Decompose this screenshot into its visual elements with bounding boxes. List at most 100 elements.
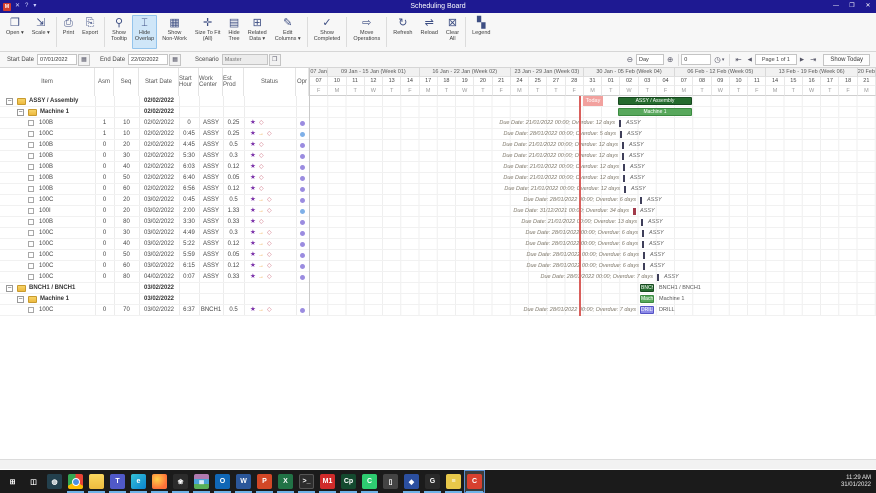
row-checkbox[interactable] bbox=[28, 197, 34, 203]
table-row[interactable]: 100B05002/02/20226:40ASSY0.05★◇Due Date:… bbox=[0, 173, 876, 184]
teams-icon[interactable]: T bbox=[107, 470, 128, 493]
clear-all-button[interactable]: ⊠Clear All bbox=[443, 15, 462, 49]
operation-bar[interactable] bbox=[642, 241, 644, 248]
operation-bar[interactable] bbox=[641, 219, 643, 226]
table-row[interactable]: 100C11002/02/20220:45ASSY0.25★→◇Due Date… bbox=[0, 129, 876, 140]
taskbar-clock[interactable]: 11:29 AM 31/01/2022 bbox=[841, 475, 876, 489]
refresh-button[interactable]: ↻Refresh bbox=[390, 15, 415, 49]
gantt-bar[interactable]: DRILL bbox=[640, 306, 654, 314]
move-operations-button[interactable]: ⇨Move Operations bbox=[350, 15, 383, 49]
group-row[interactable]: −ASSY / Assembly02/02/2022ASSY / Assembl… bbox=[0, 96, 876, 107]
group-row[interactable]: −Machine 102/02/2022Machine 1 bbox=[0, 107, 876, 118]
row-checkbox[interactable] bbox=[28, 230, 34, 236]
powerpoint-icon[interactable]: P bbox=[254, 470, 275, 493]
prev-page-button[interactable]: ◀ bbox=[745, 54, 755, 66]
show-today-button[interactable]: Show Today bbox=[823, 54, 870, 66]
table-row[interactable]: 100B11002/02/20220ASSY0.25★◇Due Date: 21… bbox=[0, 118, 876, 129]
operation-bar[interactable] bbox=[642, 230, 644, 237]
collapse-toggle-icon[interactable]: − bbox=[6, 98, 13, 105]
operation-dot-icon[interactable] bbox=[300, 253, 305, 258]
operation-dot-icon[interactable] bbox=[300, 308, 305, 313]
start-button[interactable]: ⊞ bbox=[2, 470, 23, 493]
table-row[interactable]: 100B08003/02/20223:30ASSY0.33★◇Due Date:… bbox=[0, 217, 876, 228]
show-completed-button[interactable]: ✓Show Completed bbox=[311, 15, 344, 49]
operation-bar[interactable] bbox=[620, 131, 622, 138]
chrome-icon[interactable] bbox=[65, 470, 86, 493]
greenshot-icon[interactable]: G bbox=[422, 470, 443, 493]
close-button[interactable]: ✕ bbox=[860, 0, 876, 13]
scheduling-app-icon[interactable]: C bbox=[464, 470, 485, 493]
related-data-button[interactable]: ⊞Related Data ▾ bbox=[245, 15, 270, 49]
operation-dot-icon[interactable] bbox=[300, 121, 305, 126]
collapse-toggle-icon[interactable]: − bbox=[6, 285, 13, 292]
row-checkbox[interactable] bbox=[28, 252, 34, 258]
zoom-in-icon[interactable]: ⊕ bbox=[664, 54, 676, 66]
restore-button[interactable]: ❐ bbox=[844, 0, 860, 13]
row-checkbox[interactable] bbox=[28, 274, 34, 280]
column-header-date[interactable]: Start Date bbox=[139, 68, 179, 96]
hide-tree-button[interactable]: ▤Hide Tree bbox=[225, 15, 242, 49]
zoom-out-icon[interactable]: ⊖ bbox=[624, 54, 636, 66]
column-header-wc[interactable]: Work Center bbox=[199, 68, 223, 96]
table-row[interactable]: 100C05003/02/20225:59ASSY0.05★→◇Due Date… bbox=[0, 250, 876, 261]
column-header-opr[interactable]: Opr bbox=[296, 68, 309, 96]
task-view-button[interactable]: ◫ bbox=[23, 470, 44, 493]
operation-bar[interactable] bbox=[624, 186, 626, 193]
c-green-app-icon[interactable]: C bbox=[359, 470, 380, 493]
edit-columns-button[interactable]: ✎Edit Columns ▾ bbox=[272, 15, 304, 49]
operation-dot-icon[interactable] bbox=[300, 264, 305, 269]
operation-dot-icon[interactable] bbox=[300, 220, 305, 225]
operation-bar[interactable] bbox=[640, 197, 642, 204]
scenario-copy-icon[interactable]: ❐ bbox=[269, 54, 281, 66]
row-checkbox[interactable] bbox=[28, 120, 34, 126]
row-checkbox[interactable] bbox=[28, 142, 34, 148]
clock-icon[interactable]: ◷ bbox=[711, 54, 721, 66]
hide-overlap-button[interactable]: ⌶Hide Overlap bbox=[132, 15, 157, 49]
winrar-icon[interactable]: ≣ bbox=[191, 470, 212, 493]
end-date-calendar-icon[interactable]: ▦ bbox=[169, 54, 181, 66]
browser-globe-icon[interactable]: ◍ bbox=[44, 470, 65, 493]
horizontal-scrollbar[interactable] bbox=[0, 459, 876, 469]
table-row[interactable]: 100B04002/02/20226:03ASSY0.12★◇Due Date:… bbox=[0, 162, 876, 173]
row-checkbox[interactable] bbox=[28, 131, 34, 137]
operation-dot-icon[interactable] bbox=[300, 154, 305, 159]
gantt-bar[interactable]: ASSY / Assembly bbox=[618, 97, 692, 105]
export-button[interactable]: ⎘Export bbox=[79, 15, 101, 49]
print-button[interactable]: ⎙Print bbox=[60, 15, 77, 49]
operation-bar[interactable] bbox=[623, 175, 625, 182]
table-row[interactable]: 100C04003/02/20225:22ASSY0.12★→◇Due Date… bbox=[0, 239, 876, 250]
collapse-toggle-icon[interactable]: − bbox=[17, 109, 24, 116]
operation-dot-icon[interactable] bbox=[300, 143, 305, 148]
column-header-hour[interactable]: Start Hour bbox=[179, 68, 199, 96]
gantt-bar[interactable]: BNCH1 bbox=[640, 284, 654, 292]
panel-divider[interactable] bbox=[309, 68, 310, 316]
m1-app-icon[interactable]: M1 bbox=[317, 470, 338, 493]
operation-dot-icon[interactable] bbox=[300, 209, 305, 214]
operation-bar[interactable] bbox=[633, 208, 636, 215]
group-row[interactable]: −Machine 103/02/2022Machine 1Machine 1 bbox=[0, 294, 876, 305]
column-header-prod[interactable]: Est Prod bbox=[223, 68, 244, 96]
device-icon[interactable]: ▯ bbox=[380, 470, 401, 493]
operation-dot-icon[interactable] bbox=[300, 176, 305, 181]
photos-icon[interactable]: ❀ bbox=[170, 470, 191, 493]
table-row[interactable]: 100C08004/02/20220:07ASSY0.33★→◇Due Date… bbox=[0, 272, 876, 283]
outlook-icon[interactable]: O bbox=[212, 470, 233, 493]
edge-icon[interactable]: e bbox=[128, 470, 149, 493]
interval-select[interactable] bbox=[636, 54, 664, 65]
table-row[interactable]: 100I02003/02/20222:00ASSY1.33★→◇Due Date… bbox=[0, 206, 876, 217]
row-checkbox[interactable] bbox=[28, 241, 34, 247]
row-checkbox[interactable] bbox=[28, 263, 34, 269]
last-page-button[interactable]: ⇥ bbox=[807, 54, 819, 66]
word-icon[interactable]: W bbox=[233, 470, 254, 493]
show-non-work-button[interactable]: ▦Show Non-Work bbox=[159, 15, 190, 49]
operation-bar[interactable] bbox=[622, 142, 624, 149]
legend-button[interactable]: ▚Legend bbox=[469, 15, 493, 49]
gantt-bar[interactable]: Machine 1 bbox=[640, 295, 654, 303]
vs-app-icon[interactable]: ◆ bbox=[401, 470, 422, 493]
first-page-button[interactable]: ⇤ bbox=[732, 54, 744, 66]
offset-input[interactable] bbox=[681, 54, 711, 65]
clock-caret-icon[interactable]: ▾ bbox=[721, 54, 728, 66]
row-checkbox[interactable] bbox=[28, 164, 34, 170]
firefox-icon[interactable] bbox=[149, 470, 170, 493]
operation-bar[interactable] bbox=[643, 252, 645, 259]
